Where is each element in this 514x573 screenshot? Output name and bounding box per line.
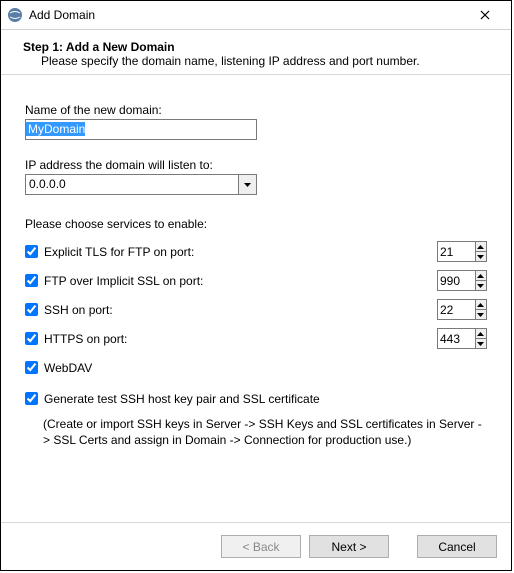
implicit-ssl-port-input[interactable] [438,271,475,290]
ssh-port-input[interactable] [438,300,475,319]
ip-value: 0.0.0.0 [26,175,238,194]
service-implicit-ssl: FTP over Implicit SSL on port: [25,270,487,291]
chevron-down-icon [477,284,484,288]
explicit-tls-checkbox[interactable] [25,245,38,258]
chevron-up-icon [477,274,484,278]
chevron-down-icon [244,183,251,187]
ssh-checkbox[interactable] [25,303,38,316]
step-title: Step 1: Add a New Domain [23,40,495,54]
ip-field: IP address the domain will listen to: 0.… [25,158,487,195]
ip-dropdown[interactable]: 0.0.0.0 [25,174,257,195]
explicit-tls-label: Explicit TLS for FTP on port: [44,245,437,259]
service-webdav: WebDAV [25,357,487,378]
implicit-ssl-port[interactable] [437,270,487,291]
spinner-down[interactable] [476,309,486,319]
https-label: HTTPS on port: [44,332,437,346]
spinner-up[interactable] [476,329,486,338]
https-port-input[interactable] [438,329,475,348]
ssh-label: SSH on port: [44,303,437,317]
https-port[interactable] [437,328,487,349]
chevron-up-icon [477,332,484,336]
chevron-down-icon [477,255,484,259]
window-title: Add Domain [29,8,465,22]
titlebar: Add Domain [1,1,511,30]
wizard-header: Step 1: Add a New Domain Please specify … [1,30,511,75]
services-label: Please choose services to enable: [25,217,487,231]
chevron-down-icon [477,313,484,317]
spinner-arrows[interactable] [475,271,486,290]
chevron-up-icon [477,245,484,249]
domain-name-field: Name of the new domain: MyDomain [25,103,487,140]
spinner-down[interactable] [476,338,486,348]
ssh-port[interactable] [437,299,487,320]
wizard-button-bar: < Back Next > Cancel [1,522,511,570]
spinner-up[interactable] [476,271,486,280]
chevron-down-icon [477,342,484,346]
dropdown-button[interactable] [238,175,256,194]
implicit-ssl-label: FTP over Implicit SSL on port: [44,274,437,288]
explicit-tls-port[interactable] [437,241,487,262]
spinner-down[interactable] [476,280,486,290]
step-description: Please specify the domain name, listenin… [23,54,495,68]
add-domain-window: Add Domain Step 1: Add a New Domain Plea… [0,0,512,571]
service-ssh: SSH on port: [25,299,487,320]
close-icon [480,10,490,20]
spinner-up[interactable] [476,242,486,251]
back-button[interactable]: < Back [221,535,301,558]
spinner-arrows[interactable] [475,300,486,319]
app-icon [7,7,23,23]
https-checkbox[interactable] [25,332,38,345]
spinner-down[interactable] [476,251,486,261]
domain-name-input[interactable]: MyDomain [25,119,257,140]
webdav-checkbox[interactable] [25,361,38,374]
close-button[interactable] [465,1,505,29]
chevron-up-icon [477,303,484,307]
generate-ssh-row: Generate test SSH host key pair and SSL … [25,388,487,409]
spinner-arrows[interactable] [475,242,486,261]
next-button[interactable]: Next > [309,535,389,558]
spinner-arrows[interactable] [475,329,486,348]
generate-ssh-note: (Create or import SSH keys in Server -> … [25,417,487,448]
explicit-tls-port-input[interactable] [438,242,475,261]
spinner-up[interactable] [476,300,486,309]
ip-label: IP address the domain will listen to: [25,158,487,172]
service-explicit-tls: Explicit TLS for FTP on port: [25,241,487,262]
service-https: HTTPS on port: [25,328,487,349]
domain-name-label: Name of the new domain: [25,103,487,117]
cancel-button[interactable]: Cancel [417,535,497,558]
generate-ssh-label: Generate test SSH host key pair and SSL … [44,392,487,406]
wizard-content: Name of the new domain: MyDomain IP addr… [1,75,511,522]
generate-ssh-checkbox[interactable] [25,392,38,405]
webdav-label: WebDAV [44,361,487,375]
implicit-ssl-checkbox[interactable] [25,274,38,287]
